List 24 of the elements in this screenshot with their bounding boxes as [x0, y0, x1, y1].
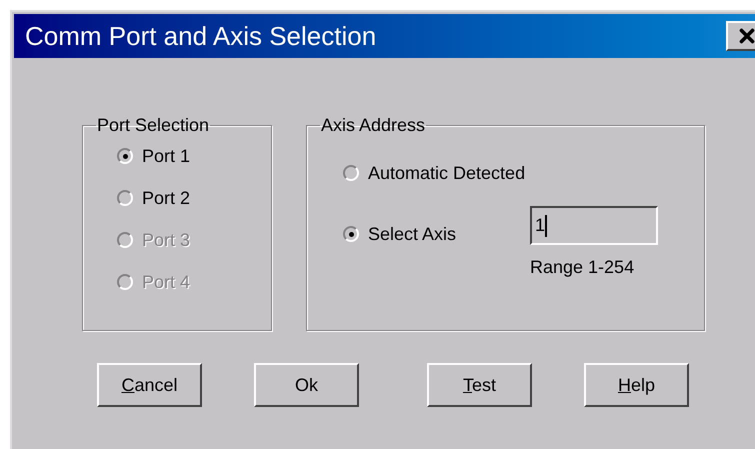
radio-button[interactable]: [117, 148, 133, 164]
option-label: Automatic Detected: [368, 162, 526, 184]
radio-button[interactable]: [343, 165, 359, 181]
dialog-button[interactable]: Cancel: [97, 363, 202, 407]
option-label: Port 4: [142, 270, 190, 294]
window-title: Comm Port and Axis Selection: [25, 23, 376, 49]
radio-button[interactable]: [117, 190, 133, 206]
field-value: 1: [535, 214, 546, 237]
dialog-button[interactable]: Test: [427, 363, 532, 407]
dialog-button[interactable]: Ok: [254, 363, 359, 407]
radio-option[interactable]: Port 2: [117, 185, 263, 211]
radio-option[interactable]: Automatic Detected: [343, 160, 704, 186]
group-label: Axis Address: [320, 114, 426, 137]
range-text: Range 1-254: [530, 256, 636, 279]
radio-button[interactable]: [343, 226, 359, 242]
dialog-button[interactable]: Help: [584, 363, 689, 407]
option-label: Port 3: [142, 228, 190, 252]
option-label: Select Axis: [368, 222, 456, 246]
option-label: Port 2: [142, 186, 190, 210]
group-label: Port Selection: [96, 114, 210, 137]
radio-option[interactable]: Port 1: [117, 143, 263, 169]
radio-option[interactable]: Select Axis: [343, 221, 530, 247]
option-label: Port 1: [142, 144, 190, 168]
axis-input-field[interactable]: 1: [530, 206, 658, 245]
